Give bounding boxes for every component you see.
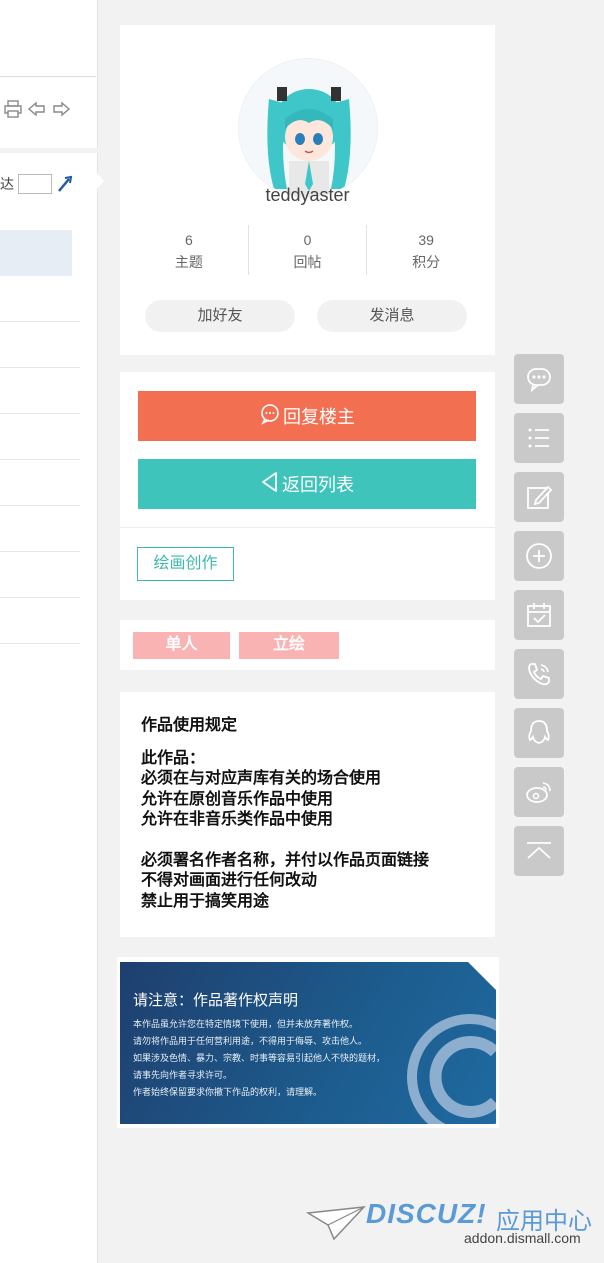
- previous-thread-icon[interactable]: [28, 100, 46, 118]
- contact-float-button[interactable]: [514, 649, 564, 699]
- reply-button[interactable]: 回复楼主: [138, 391, 476, 441]
- jump-to-floor: 达: [0, 174, 74, 194]
- stat-threads[interactable]: 6 主题: [130, 225, 249, 275]
- rules-line: 不得对画面进行任何改动: [141, 872, 318, 889]
- banner-line: 请勿将作品用于任何营利用途，不得用于侮辱、攻击他人。: [133, 1036, 368, 1046]
- rules-line: 必须在与对应声库有关的场合使用: [141, 770, 382, 787]
- back-to-list-button[interactable]: 返回列表: [138, 459, 476, 509]
- chat-icon: [527, 368, 551, 392]
- tag-item[interactable]: 单人: [133, 632, 230, 659]
- divider: [0, 76, 96, 77]
- row-divider: [0, 597, 80, 598]
- row-divider: [0, 321, 80, 322]
- add-friend-button[interactable]: 加好友: [145, 300, 295, 332]
- stat-label: 回帖: [293, 254, 322, 270]
- thread-actions-card: 回复楼主 返回列表 绘画创作: [120, 372, 495, 600]
- row-divider: [0, 367, 80, 368]
- row-divider: [0, 459, 80, 460]
- divider: [120, 527, 495, 528]
- banner-line: 如果涉及色情、暴力、宗教、时事等容易引起他人不快的题材，: [133, 1053, 386, 1063]
- list-float-button[interactable]: [514, 413, 564, 463]
- add-float-button[interactable]: [514, 531, 564, 581]
- main-content-column: 达: [0, 0, 98, 1263]
- banner-line: 请事先向作者寻求许可。: [133, 1070, 233, 1080]
- jump-label: 达: [0, 176, 14, 192]
- avatar[interactable]: [238, 58, 378, 198]
- banner-title: 请注意：作品著作权声明: [133, 992, 299, 1009]
- floor-number-input[interactable]: [18, 174, 52, 194]
- paper-plane-icon: [306, 1206, 366, 1241]
- list-icon: [528, 428, 549, 448]
- stat-points[interactable]: 39 积分: [367, 225, 485, 275]
- discuz-watermark: DISCUZ! 应用中心 addon.dismall.com: [306, 1195, 604, 1255]
- new-thread-float-button[interactable]: [514, 472, 564, 522]
- stat-value: 39: [418, 232, 434, 248]
- watermark-brand: DISCUZ!: [366, 1198, 487, 1229]
- copyright-banner-image: 请注意：作品著作权声明 本作品虽允许您在特定情境下使用，但并未放弃著作权。 请勿…: [120, 962, 496, 1124]
- chat-bubble-icon: [259, 403, 281, 430]
- section-separator: [0, 148, 98, 153]
- qq-float-button[interactable]: [514, 708, 564, 758]
- row-divider: [0, 505, 80, 506]
- copyright-icon: [407, 1014, 496, 1124]
- rules-title: 作品使用规定: [141, 717, 238, 734]
- weibo-icon: [526, 782, 551, 803]
- checkin-float-button[interactable]: [514, 590, 564, 640]
- chevron-up-icon: [527, 842, 551, 859]
- edit-icon: [527, 485, 552, 509]
- selected-row[interactable]: [0, 230, 72, 276]
- next-thread-icon[interactable]: [52, 100, 70, 118]
- tag-item[interactable]: 立绘: [239, 632, 339, 659]
- floating-toolbar: [514, 354, 564, 885]
- jump-arrow-icon[interactable]: [56, 175, 74, 193]
- user-stats: 6 主题 0 回帖 39 积分: [130, 225, 485, 275]
- rules-line: 允许在非音乐类作品中使用: [141, 811, 334, 828]
- post-toolbar: [4, 100, 70, 118]
- banner-line: 本作品虽允许您在特定情境下使用，但并未放弃著作权。: [133, 1019, 359, 1029]
- rules-line: 必须署名作者名称，并付以作品页面链接: [141, 851, 430, 869]
- reply-float-button[interactable]: [514, 354, 564, 404]
- qq-icon: [528, 720, 550, 744]
- back-to-top-button[interactable]: [514, 826, 564, 876]
- username[interactable]: teddyaster: [120, 185, 495, 206]
- reply-button-label: 回复楼主: [283, 407, 355, 427]
- print-icon[interactable]: [4, 100, 22, 118]
- watermark-url: addon.dismall.com: [464, 1230, 581, 1246]
- row-divider: [0, 551, 80, 552]
- banner-line: 作者始终保留要求你撤下作品的权利，请理解。: [133, 1087, 323, 1097]
- stat-value: 0: [303, 232, 312, 248]
- back-button-label: 返回列表: [282, 475, 354, 495]
- calendar-check-icon: [527, 603, 551, 627]
- rules-line: 禁止用于搞笑用途: [141, 892, 270, 910]
- send-message-button[interactable]: 发消息: [317, 300, 467, 332]
- rules-line: 此作品：: [141, 749, 206, 767]
- stat-label: 积分: [412, 254, 441, 270]
- author-profile-card: teddyaster 6 主题 0 回帖 39 积分 加好友 发消息: [120, 25, 495, 355]
- row-divider: [0, 643, 80, 644]
- weibo-float-button[interactable]: [514, 767, 564, 817]
- rules-line: 允许在原创音乐作品中使用: [141, 790, 334, 808]
- stat-value: 6: [184, 232, 193, 248]
- stat-replies[interactable]: 0 回帖: [249, 225, 368, 275]
- plus-circle-icon: [526, 543, 552, 569]
- phone-icon: [528, 663, 550, 686]
- usage-rules: 作品使用规定 此作品： 必须在与对应声库有关的场合使用 允许在原创音乐作品中使用…: [141, 716, 429, 912]
- tags-card: 单人 立绘: [120, 620, 495, 670]
- stat-label: 主题: [174, 254, 203, 270]
- row-divider: [0, 413, 80, 414]
- panel-pointer: [96, 172, 104, 190]
- back-triangle-icon: [260, 471, 280, 498]
- category-link[interactable]: 绘画创作: [137, 547, 234, 581]
- usage-rules-card: 作品使用规定 此作品： 必须在与对应声库有关的场合使用 允许在原创音乐作品中使用…: [120, 692, 495, 937]
- banner-text: 本作品虽允许您在特定情境下使用，但并未放弃著作权。 请勿将作品用于任何营利用途，…: [133, 1016, 385, 1101]
- copyright-banner: 请注意：作品著作权声明 本作品虽允许您在特定情境下使用，但并未放弃著作权。 请勿…: [117, 957, 499, 1128]
